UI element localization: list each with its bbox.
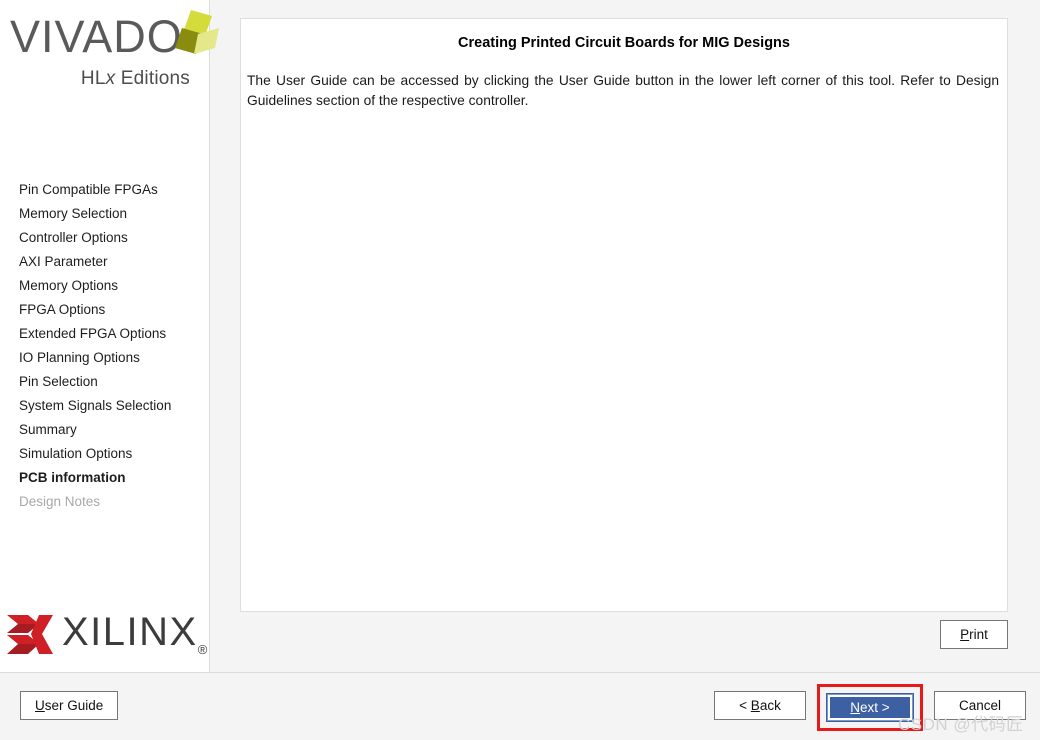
sidebar-item-memory-selection[interactable]: Memory Selection (0, 202, 210, 226)
sidebar-item-pin-selection[interactable]: Pin Selection (0, 370, 210, 394)
sidebar-item-axi-parameter[interactable]: AXI Parameter (0, 250, 210, 274)
sidebar-item-pcb-information[interactable]: PCB information (0, 466, 210, 490)
sidebar-item-controller-options[interactable]: Controller Options (0, 226, 210, 250)
wizard-footer: User Guide < Back Next > Cancel (0, 673, 1040, 740)
vivado-pinwheel-icon (175, 10, 219, 54)
sidebar-item-pin-compatible-fpgas[interactable]: Pin Compatible FPGAs (0, 178, 210, 202)
sidebar-item-extended-fpga-options[interactable]: Extended FPGA Options (0, 322, 210, 346)
wizard-step-list: Pin Compatible FPGAs Memory Selection Co… (0, 178, 210, 514)
wizard-sidebar: VIVADO® HLx Editions Pin Compatible FPGA… (0, 0, 219, 672)
vivado-wordmark-text: VIVADO (10, 11, 183, 62)
xilinx-registered-icon: ® (197, 642, 208, 657)
vivado-logo: VIVADO® HLx Editions (10, 8, 219, 100)
back-button[interactable]: < Back (714, 691, 806, 720)
sidebar-item-design-notes: Design Notes (19, 494, 101, 509)
sidebar-item-io-planning-options[interactable]: IO Planning Options (0, 346, 210, 370)
cancel-button-suffix: Cancel (958, 698, 1002, 713)
vivado-edition-label: HLx Editions (81, 68, 190, 90)
print-button[interactable]: Print (940, 620, 1008, 649)
next-button-mnemonic: N (850, 700, 861, 715)
next-button-suffix: ext > (860, 700, 890, 715)
wizard-navigation-buttons: < Back Next > Cancel (714, 684, 1026, 731)
vivado-edition-prefix: HL (80, 68, 106, 89)
user-guide-button-mnemonic: U (35, 698, 45, 713)
sidebar-item-fpga-options[interactable]: FPGA Options (0, 298, 210, 322)
vivado-edition-italic: x (105, 68, 116, 89)
print-row: Print (240, 620, 1008, 650)
back-button-prefix: < (739, 698, 751, 713)
page-title: Creating Printed Circuit Boards for MIG … (458, 35, 790, 51)
print-button-mnemonic: P (960, 627, 970, 642)
next-button[interactable]: Next > (826, 693, 914, 722)
sidebar-item-summary[interactable]: Summary (0, 418, 210, 442)
vivado-edition-suffix: Editions (115, 68, 190, 89)
user-guide-button-suffix: ser Guide (44, 698, 104, 713)
annotation-highlight-box: Next > (817, 684, 923, 731)
cancel-button[interactable]: Cancel (934, 691, 1026, 720)
sidebar-item-system-signals-selection[interactable]: System Signals Selection (0, 394, 210, 418)
user-guide-button[interactable]: User Guide (20, 691, 119, 720)
page-body-text: The User Guide can be accessed by clicki… (247, 73, 999, 108)
print-button-suffix: rint (969, 627, 988, 642)
back-button-suffix: ack (759, 698, 781, 713)
content-panel: Creating Printed Circuit Boards for MIG … (240, 18, 1008, 612)
mig-wizard-window: VIVADO® HLx Editions Pin Compatible FPGA… (0, 0, 1040, 740)
sidebar-item-memory-options[interactable]: Memory Options (0, 274, 210, 298)
sidebar-item-simulation-options[interactable]: Simulation Options (0, 442, 210, 466)
xilinx-mark-icon (7, 615, 53, 654)
xilinx-logo: XILINX® (6, 606, 207, 664)
xilinx-wordmark: XILINX® (62, 608, 207, 658)
xilinx-wordmark-text: XILINX (62, 610, 198, 654)
back-button-mnemonic: B (750, 698, 760, 713)
